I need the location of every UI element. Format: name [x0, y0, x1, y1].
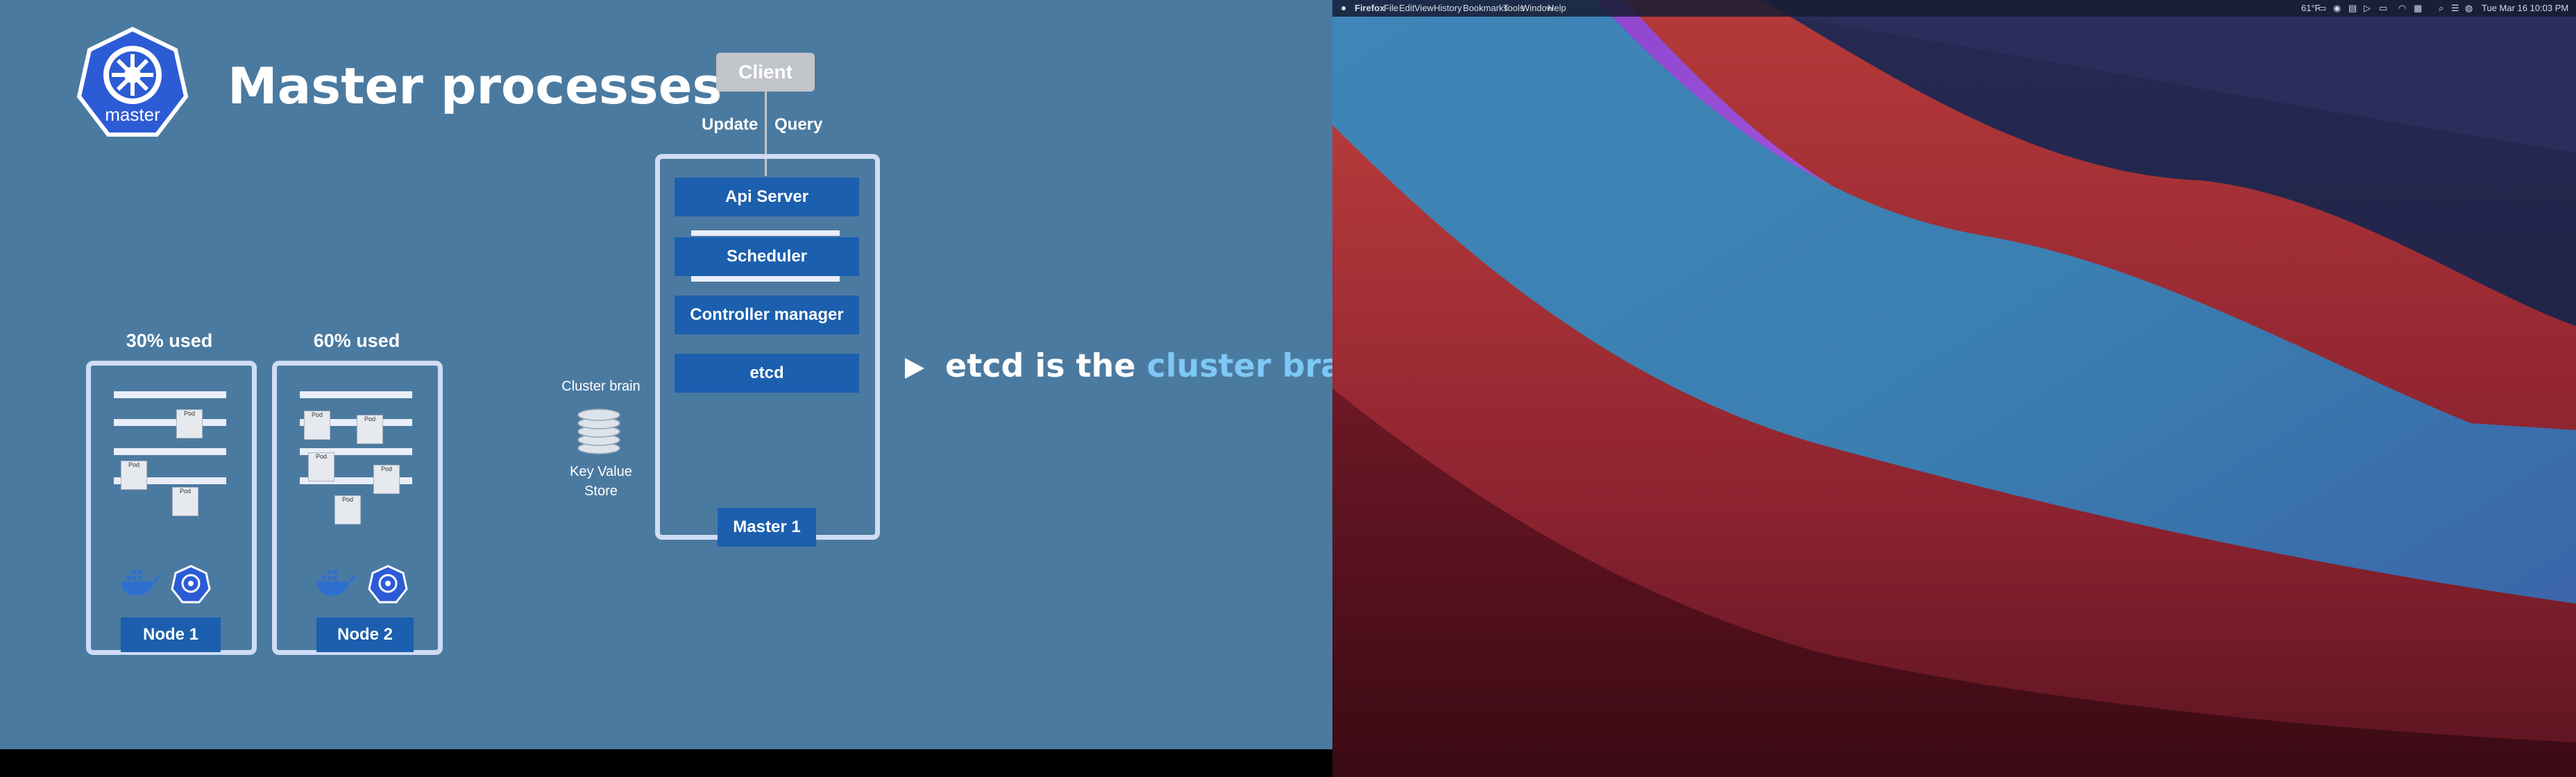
- client-box: Client: [716, 53, 815, 92]
- pod-icon: Pod: [176, 409, 203, 438]
- kubelet-icon: [368, 565, 408, 604]
- master-1-label: Master 1: [718, 508, 816, 547]
- menu-view[interactable]: View: [1414, 3, 1434, 13]
- scheduler-bottom-bar: [691, 276, 840, 282]
- menu-help[interactable]: Help: [1548, 3, 1566, 13]
- desktop-wallpaper: ● Firefox File Edit View History Bookmar…: [1332, 0, 2576, 777]
- pod-icon: Pod: [357, 415, 383, 444]
- docker-icon: [316, 570, 355, 596]
- record-icon[interactable]: ◉: [2333, 3, 2341, 14]
- callout-text: etcd is the cluster brain!: [945, 347, 1332, 384]
- callout-prefix: etcd is the: [945, 347, 1147, 384]
- node-1-label: Node 1: [121, 617, 221, 652]
- menu-history[interactable]: History: [1434, 3, 1461, 13]
- slide: master Master processes Client Update Qu…: [0, 0, 1332, 749]
- menu-file[interactable]: File: [1384, 3, 1398, 13]
- scheduler-top-bar: [691, 230, 840, 236]
- node-2-bar: [300, 391, 412, 398]
- wifi-icon[interactable]: ◠: [2398, 3, 2406, 14]
- logo-label: master: [105, 104, 160, 125]
- menubar-clock[interactable]: Tue Mar 16 10:03 PM: [2482, 3, 2568, 13]
- kv-store-label: Key Value Store: [570, 464, 632, 499]
- scheduler-box: Scheduler: [675, 237, 859, 276]
- node-1-bar: [114, 419, 226, 426]
- cluster-brain-label: Cluster brain: [561, 379, 641, 394]
- pod-icon: Pod: [172, 487, 198, 516]
- node-1-bar: [114, 391, 226, 398]
- clipboard-icon[interactable]: ▤: [2348, 3, 2357, 14]
- kubelet-icon: [171, 565, 211, 604]
- node-1-bar: [114, 448, 226, 455]
- update-label: Update: [702, 115, 759, 134]
- menu-edit[interactable]: Edit: [1399, 3, 1414, 13]
- pod-icon: Pod: [304, 411, 330, 440]
- pod-icon: Pod: [334, 495, 361, 524]
- slide-letterbox: [0, 749, 1332, 777]
- page-title: Master processes: [228, 57, 722, 115]
- node-1-usage: 30% used: [126, 330, 213, 351]
- node-2-usage: 60% used: [313, 330, 400, 351]
- node-2-label: Node 2: [316, 617, 414, 652]
- database-icon: [577, 409, 620, 454]
- pod-icon: Pod: [121, 461, 147, 490]
- pod-icon: Pod: [308, 452, 334, 481]
- control-center-icon[interactable]: ☰: [2451, 3, 2459, 14]
- controller-manager-box: Controller manager: [675, 296, 859, 334]
- node-1-frame: [86, 361, 257, 655]
- display-icon[interactable]: ▭: [2318, 3, 2326, 14]
- apple-icon[interactable]: ●: [1341, 2, 1346, 13]
- callout-highlight: cluster brain: [1146, 347, 1332, 384]
- battery-icon[interactable]: ▭: [2379, 3, 2387, 14]
- etcd-box: etcd: [675, 354, 859, 393]
- api-server-box: Api Server: [675, 178, 859, 216]
- menu-bookmarks[interactable]: Bookmarks: [1463, 3, 1508, 13]
- search-icon[interactable]: ⌕: [2439, 3, 2443, 14]
- siri-icon[interactable]: ◍: [2465, 3, 2473, 14]
- master-logo: master: [75, 26, 190, 142]
- app-menu-firefox[interactable]: Firefox: [1355, 3, 1384, 13]
- play-icon[interactable]: ▷: [2364, 3, 2371, 14]
- play-arrow-icon: [905, 358, 924, 379]
- docker-icon: [121, 570, 160, 596]
- query-label: Query: [774, 115, 823, 134]
- menu-bar: ● Firefox File Edit View History Bookmar…: [1332, 0, 2576, 17]
- input-method-icon[interactable]: ▦: [2414, 3, 2422, 14]
- pod-icon: Pod: [373, 465, 400, 494]
- wallpaper-art: [1332, 0, 2576, 777]
